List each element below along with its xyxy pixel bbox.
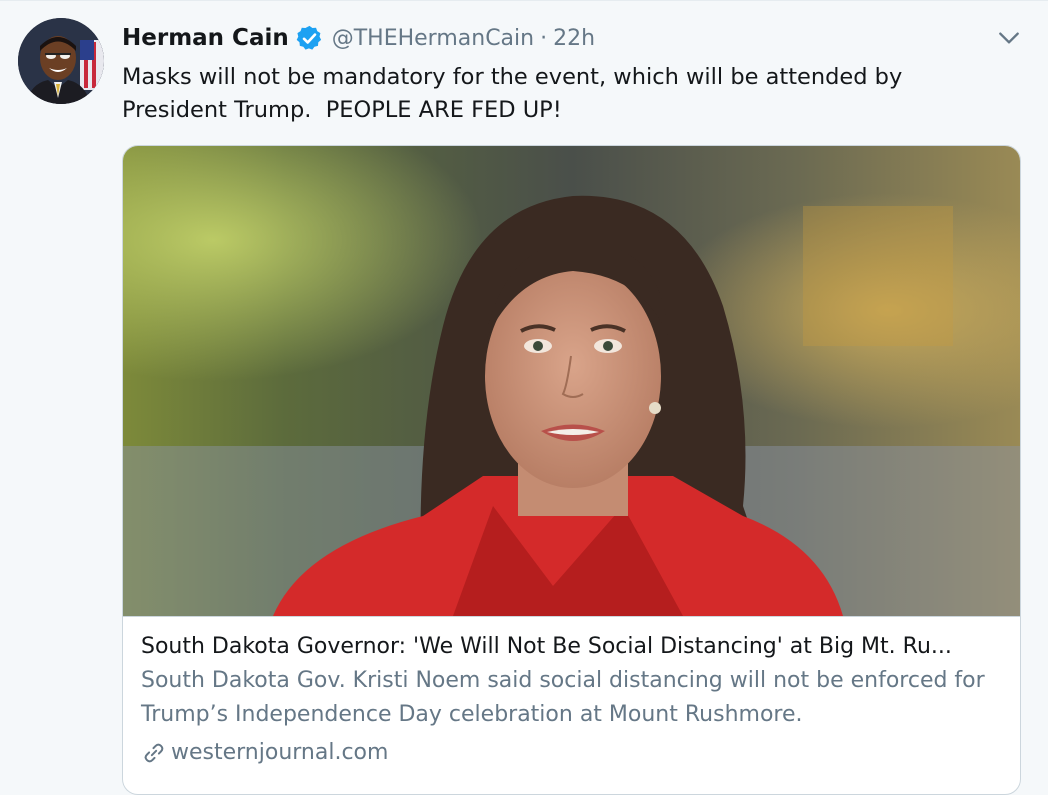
card-image[interactable]: [123, 146, 1020, 617]
author-name[interactable]: Herman Cain: [122, 25, 289, 51]
avatar-photo: [18, 18, 104, 104]
author-handle[interactable]: @THEHermanCain: [332, 26, 534, 51]
tweet[interactable]: Herman Cain @THEHermanCain · 22h Masks w…: [0, 0, 1048, 795]
news-photo: [123, 146, 1020, 616]
card-description: South Dakota Gov. Kristi Noem said socia…: [141, 668, 985, 727]
link-card[interactable]: South Dakota Governor: 'We Will Not Be S…: [122, 145, 1021, 795]
tweet-header: Herman Cain @THEHermanCain · 22h: [122, 21, 595, 55]
card-body[interactable]: South Dakota Governor: 'We Will Not Be S…: [141, 630, 1003, 770]
separator-dot: ·: [540, 25, 548, 51]
card-domain-row[interactable]: westernjournal.com: [141, 736, 1003, 770]
tweet-timestamp[interactable]: 22h: [553, 26, 595, 51]
verified-badge-icon: [296, 25, 321, 50]
link-icon: [144, 743, 164, 763]
avatar[interactable]: [18, 18, 104, 104]
card-domain[interactable]: westernjournal.com: [171, 736, 388, 770]
chevron-down-icon[interactable]: [996, 25, 1022, 51]
card-title[interactable]: South Dakota Governor: 'We Will Not Be S…: [141, 630, 1003, 664]
tweet-text: Masks will not be mandatory for the even…: [122, 64, 903, 123]
